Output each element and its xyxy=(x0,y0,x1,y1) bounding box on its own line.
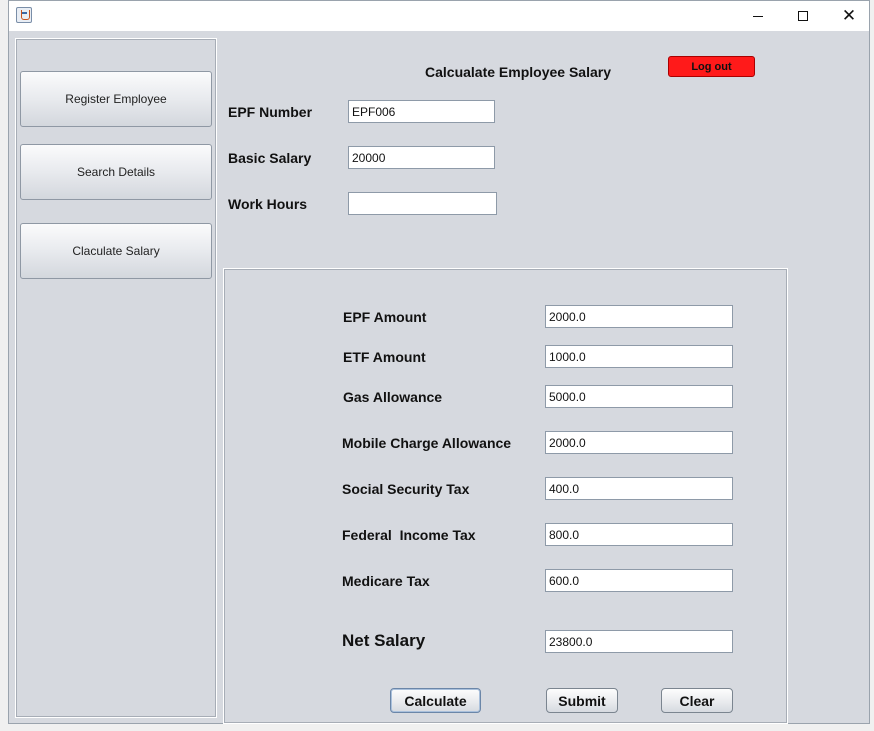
app-window: ✕ Register Employee Search Details Clacu… xyxy=(8,0,870,724)
java-icon xyxy=(16,7,32,23)
sidebar-item-search-details[interactable]: Search Details xyxy=(20,144,212,200)
calculate-button[interactable]: Calculate xyxy=(390,688,481,713)
epf-amount-field[interactable] xyxy=(545,305,733,328)
maximize-button[interactable] xyxy=(780,1,826,31)
page-title: Calcualate Employee Salary xyxy=(425,64,611,80)
title-bar: ✕ xyxy=(9,1,869,31)
logout-button[interactable]: Log out xyxy=(668,56,755,77)
epf-number-field[interactable] xyxy=(348,100,495,123)
etf-amount-field[interactable] xyxy=(545,345,733,368)
social-security-tax-label: Social Security Tax xyxy=(342,481,470,497)
submit-button[interactable]: Submit xyxy=(546,688,618,713)
medicare-tax-label: Medicare Tax xyxy=(342,573,430,589)
sidebar-item-calculate-salary[interactable]: Claculate Salary xyxy=(20,223,212,279)
mobile-charge-allowance-label: Mobile Charge Allowance xyxy=(342,435,512,451)
medicare-tax-field[interactable] xyxy=(545,569,733,592)
work-hours-label: Work Hours xyxy=(228,196,308,212)
epf-number-label: EPF Number xyxy=(228,104,313,120)
federal-income-tax-field[interactable] xyxy=(545,523,733,546)
net-salary-label: Net Salary xyxy=(342,631,426,650)
sidebar-item-register-employee[interactable]: Register Employee xyxy=(20,71,212,127)
minimize-button[interactable] xyxy=(735,1,781,31)
maximize-icon xyxy=(798,11,808,21)
social-security-tax-field[interactable] xyxy=(545,477,733,500)
epf-amount-label: EPF Amount xyxy=(343,309,427,325)
net-salary-field[interactable] xyxy=(545,630,733,653)
work-hours-field[interactable] xyxy=(348,192,497,215)
gas-allowance-field[interactable] xyxy=(545,385,733,408)
clear-button[interactable]: Clear xyxy=(661,688,733,713)
etf-amount-label: ETF Amount xyxy=(343,349,426,365)
gas-allowance-label: Gas Allowance xyxy=(343,389,443,405)
close-button[interactable]: ✕ xyxy=(826,1,872,31)
basic-salary-field[interactable] xyxy=(348,146,495,169)
close-icon: ✕ xyxy=(841,5,857,26)
mobile-charge-allowance-field[interactable] xyxy=(545,431,733,454)
minimize-icon xyxy=(753,15,763,17)
basic-salary-label: Basic Salary xyxy=(228,150,312,166)
federal-income-tax-label: Federal Income Tax xyxy=(342,527,476,543)
sidebar xyxy=(15,38,217,718)
